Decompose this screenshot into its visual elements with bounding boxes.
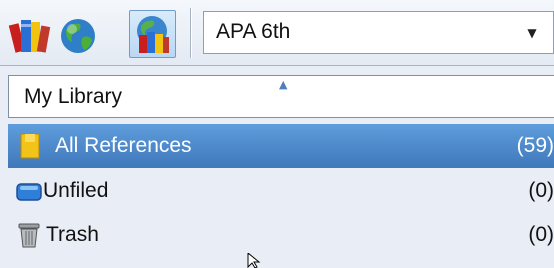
local-library-button[interactable] xyxy=(8,12,52,58)
group-unfiled[interactable]: Unfiled (0) xyxy=(8,169,554,213)
group-label: Trash xyxy=(46,223,99,246)
group-count: (59) xyxy=(516,134,554,157)
globe-icon xyxy=(61,19,95,53)
search-scope-text: My Library xyxy=(24,85,123,108)
unfiled-icon xyxy=(16,183,42,201)
group-all-references[interactable]: All References (59) xyxy=(8,124,554,168)
group-trash[interactable]: Trash (0) xyxy=(8,213,554,257)
group-label: Unfiled xyxy=(43,179,109,202)
folder-icon xyxy=(20,133,40,159)
trash-icon xyxy=(18,223,40,248)
output-style-value: APA 6th xyxy=(216,20,291,43)
group-count: (0) xyxy=(528,223,554,246)
online-search-button[interactable] xyxy=(56,12,100,58)
group-count: (0) xyxy=(528,179,554,202)
toolbar: APA 6th ▼ xyxy=(0,0,554,66)
mouse-cursor-icon xyxy=(247,253,261,268)
sort-up-icon: ▲ xyxy=(279,78,288,91)
integrated-library-button[interactable] xyxy=(129,10,176,58)
output-style-dropdown[interactable]: APA 6th ▼ xyxy=(203,11,554,54)
chevron-down-icon[interactable]: ▼ xyxy=(511,12,553,53)
toolbar-separator xyxy=(190,8,191,58)
groups-panel: All References (59) Unfiled (0) Trash (0… xyxy=(0,124,554,268)
globe-books-icon xyxy=(137,16,169,53)
group-label: All References xyxy=(55,134,192,157)
books-icon xyxy=(8,20,51,53)
